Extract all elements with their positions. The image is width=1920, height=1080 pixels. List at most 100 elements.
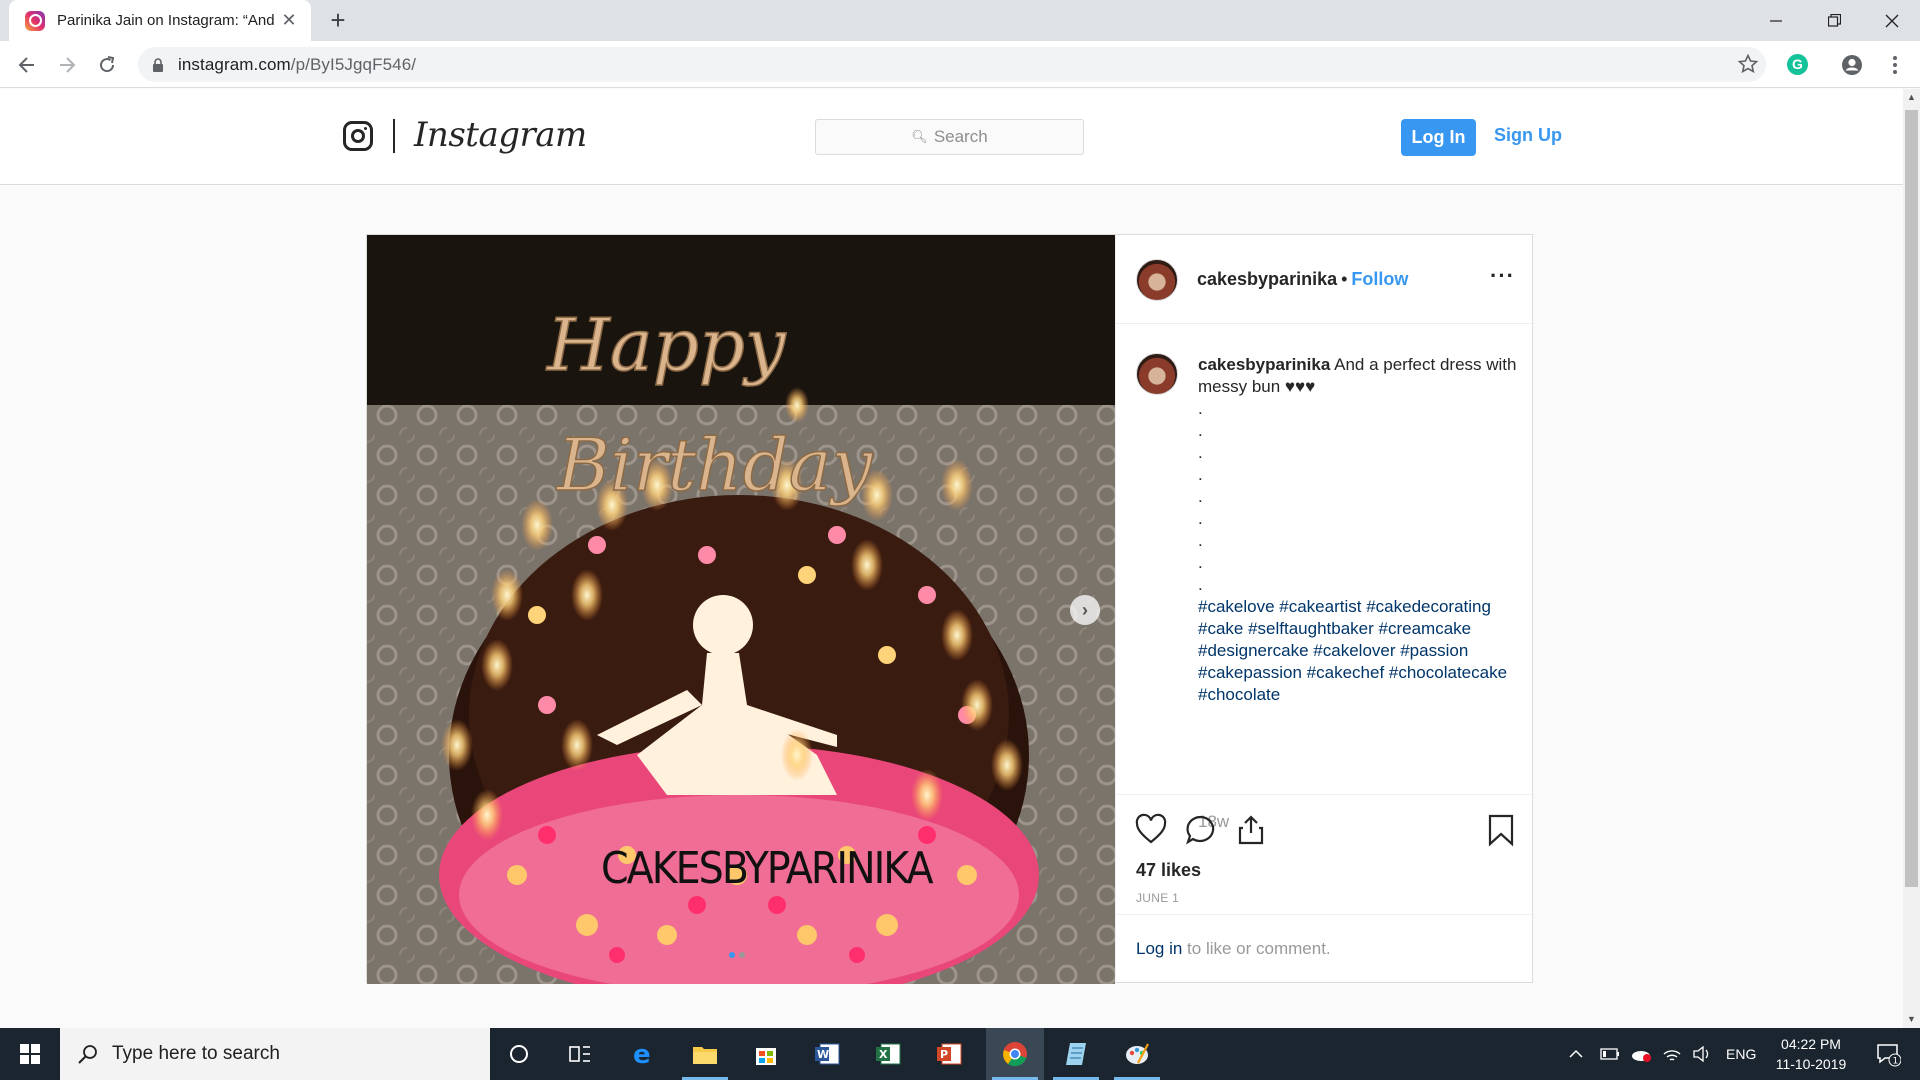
- onedrive-icon[interactable]: [1630, 1046, 1652, 1062]
- volume-icon[interactable]: [1692, 1046, 1712, 1062]
- reload-icon[interactable]: [91, 49, 123, 81]
- file-explorer-icon[interactable]: [676, 1028, 734, 1080]
- image-watermark: CAKESBYPARINIKA: [601, 843, 933, 894]
- task-view-icon[interactable]: [551, 1028, 609, 1080]
- cortana-icon[interactable]: [490, 1028, 548, 1080]
- wifi-icon[interactable]: [1662, 1046, 1682, 1062]
- instagram-camera-icon[interactable]: [343, 121, 373, 151]
- caption-dot: .: [1198, 399, 1203, 418]
- minimize-window-icon[interactable]: [1748, 0, 1804, 41]
- caption-hashtags[interactable]: #cakelove #cakeartist #cakedecorating #c…: [1198, 597, 1507, 704]
- carousel-dot: [739, 952, 745, 958]
- logo-divider: [393, 119, 395, 153]
- caption-dot: .: [1198, 421, 1203, 440]
- scroll-down-icon[interactable]: ▼: [1903, 1011, 1920, 1028]
- save-bookmark-icon[interactable]: [1484, 813, 1518, 847]
- caption-dot: .: [1198, 465, 1203, 484]
- chrome-icon[interactable]: [986, 1028, 1044, 1080]
- caption-username[interactable]: cakesbyparinika: [1198, 355, 1330, 374]
- caption-dot: .: [1198, 553, 1203, 572]
- svg-text:e: e: [633, 1041, 651, 1067]
- post-date: JUNE 1: [1136, 891, 1180, 905]
- close-window-icon[interactable]: [1864, 0, 1920, 41]
- search-icon: [78, 1045, 97, 1064]
- search-input[interactable]: 🔍︎ Search: [815, 119, 1084, 155]
- likes-count[interactable]: 47 likes: [1136, 860, 1201, 881]
- name-separator: •: [1341, 269, 1348, 289]
- caption-avatar[interactable]: [1136, 353, 1178, 395]
- post-caption: cakesbyparinika And a perfect dress with…: [1198, 354, 1518, 706]
- address-bar[interactable]: instagram.com/p/ByI5JgqF546/: [138, 47, 1766, 82]
- more-options-icon[interactable]: ···: [1490, 263, 1515, 289]
- back-icon[interactable]: [11, 49, 43, 81]
- notepad-icon[interactable]: [1047, 1028, 1105, 1080]
- login-button[interactable]: Log In: [1401, 119, 1476, 156]
- instagram-favicon-icon: [25, 10, 45, 31]
- cake-photo-graphic: Happy Birthday CAKESBYPARINIKA: [367, 235, 1115, 984]
- comment-icon[interactable]: [1184, 813, 1218, 847]
- taskbar-search-input[interactable]: Type here to search: [60, 1028, 490, 1080]
- svg-text:P: P: [940, 1048, 948, 1061]
- taskbar-clock[interactable]: 04:22 PM 11-10-2019: [1758, 1034, 1864, 1074]
- post-sidebar: cakesbyparinika • Follow ··· cakesbyparini…: [1115, 235, 1535, 984]
- follow-button[interactable]: Follow: [1351, 269, 1408, 289]
- actions-divider: [1116, 794, 1535, 795]
- battery-icon[interactable]: [1600, 1048, 1620, 1060]
- instagram-wordmark[interactable]: Instagram: [414, 115, 587, 155]
- instagram-header: Instagram 🔍︎ Search Log In Sign Up: [0, 89, 1903, 185]
- browser-tab[interactable]: Parinika Jain on Instagram: “And ✕: [9, 0, 311, 41]
- post-photo[interactable]: Happy Birthday CAKESBYPARINIKA ›: [367, 235, 1115, 984]
- cake-topper-birthday: Birthday: [555, 423, 874, 507]
- close-tab-icon[interactable]: ✕: [279, 10, 299, 31]
- post-header: cakesbyparinika • Follow ···: [1116, 235, 1535, 324]
- signup-link[interactable]: Sign Up: [1494, 125, 1562, 146]
- action-center-icon[interactable]: 1: [1862, 1028, 1914, 1080]
- post-card: Happy Birthday CAKESBYPARINIKA › cakesby…: [366, 234, 1535, 984]
- windows-taskbar: Type here to search e W X P ENG 04:22 PM…: [0, 1028, 1920, 1080]
- like-heart-icon[interactable]: [1134, 813, 1168, 847]
- windows-start-icon[interactable]: [0, 1028, 60, 1080]
- carousel-indicator: [729, 952, 745, 958]
- browser-menu-icon[interactable]: [1883, 53, 1907, 77]
- show-hidden-icons-icon[interactable]: [1568, 1049, 1584, 1059]
- author-avatar[interactable]: [1136, 259, 1178, 301]
- svg-text:X: X: [879, 1048, 888, 1061]
- url-text: instagram.com/p/ByI5JgqF546/: [178, 55, 416, 75]
- author-username[interactable]: cakesbyparinika: [1197, 269, 1337, 289]
- grammarly-extension-icon[interactable]: G: [1787, 54, 1808, 75]
- input-language[interactable]: ENG: [1726, 1046, 1756, 1062]
- bookmark-star-icon[interactable]: [1737, 53, 1759, 79]
- microsoft-store-icon[interactable]: [737, 1028, 795, 1080]
- edge-browser-icon[interactable]: e: [615, 1028, 673, 1080]
- share-icon[interactable]: [1234, 813, 1268, 847]
- tab-title: Parinika Jain on Instagram: “And: [57, 12, 275, 29]
- profile-avatar-icon[interactable]: [1840, 53, 1864, 77]
- search-icon: 🔍︎: [911, 129, 928, 144]
- clock-time: 04:22 PM: [1781, 1036, 1841, 1052]
- caption-dot: .: [1198, 531, 1203, 550]
- post-author: cakesbyparinika • Follow: [1197, 269, 1408, 290]
- forward-icon[interactable]: [51, 49, 83, 81]
- svg-text:W: W: [817, 1048, 829, 1061]
- word-icon[interactable]: W: [798, 1028, 856, 1080]
- scroll-up-icon[interactable]: ▲: [1903, 89, 1920, 106]
- system-tray: ENG: [1568, 1028, 1756, 1080]
- login-comment-text: to like or comment.: [1182, 939, 1331, 958]
- caption-dot: .: [1198, 575, 1203, 594]
- login-link[interactable]: Log in: [1136, 939, 1182, 958]
- carousel-next-icon[interactable]: ›: [1070, 595, 1100, 625]
- restore-window-icon[interactable]: [1806, 0, 1862, 41]
- carousel-dot-active: [729, 952, 735, 958]
- browser-toolbar: instagram.com/p/ByI5JgqF546/ G: [0, 41, 1920, 88]
- search-placeholder: Search: [933, 127, 988, 146]
- scrollbar-thumb[interactable]: [1905, 110, 1918, 887]
- caption-dot: .: [1198, 509, 1203, 528]
- powerpoint-icon[interactable]: P: [920, 1028, 978, 1080]
- page-viewport: Instagram 🔍︎ Search Log In Sign Up Happy…: [0, 89, 1903, 1028]
- excel-icon[interactable]: X: [859, 1028, 917, 1080]
- clock-date: 11-10-2019: [1775, 1056, 1847, 1072]
- notification-count: 1: [1893, 1057, 1899, 1067]
- new-tab-button[interactable]: +: [322, 4, 354, 36]
- url-host: instagram.com: [178, 54, 291, 74]
- paint-icon[interactable]: [1108, 1028, 1166, 1080]
